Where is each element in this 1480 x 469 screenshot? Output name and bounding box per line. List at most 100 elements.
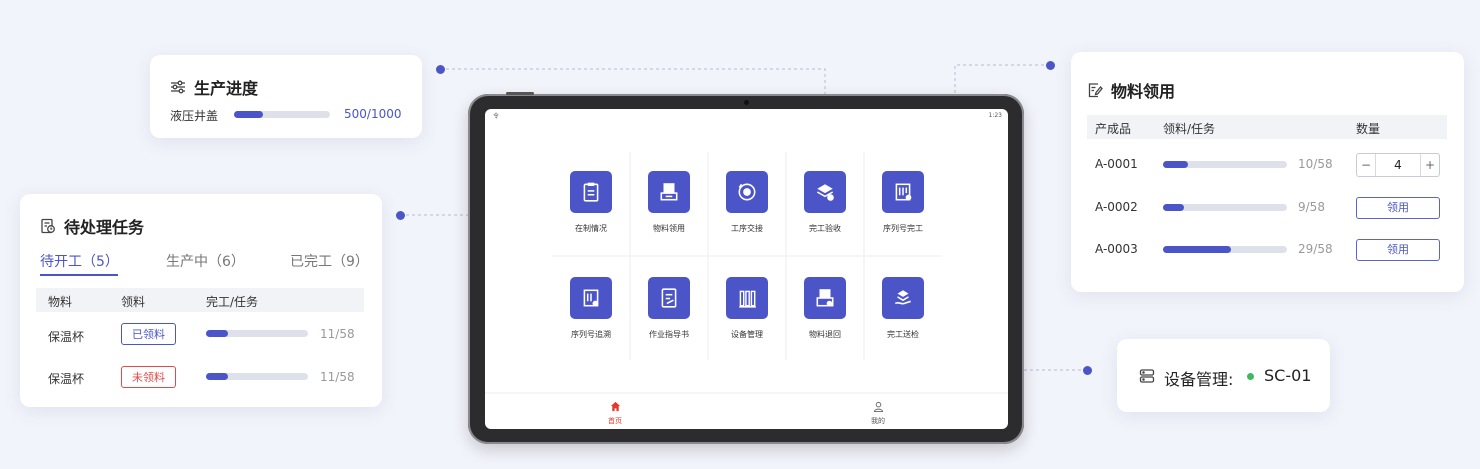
tablet-screen: 令 1:23 在制情况 物料领用 工序交接 完工验收 序列号完工 序列号追溯 作业指导书 设备… — [485, 109, 1008, 429]
material-return-icon — [804, 277, 846, 319]
app-tile-7[interactable]: 作业指导书 — [630, 277, 708, 381]
device-management-card: 设备管理: SC-01 — [1117, 339, 1330, 412]
production-title: 生产进度 — [194, 79, 259, 98]
status-badge: 已领料 — [121, 323, 176, 345]
col-done-task: 完工/任务 — [206, 295, 259, 309]
task-count: 11/58 — [320, 370, 355, 384]
col-quantity: 数量 — [1356, 122, 1381, 136]
requisition-button[interactable]: 领用 — [1356, 197, 1440, 219]
tasks-table-header — [36, 288, 364, 312]
status-badge: 未领料 — [121, 366, 176, 388]
sliders-icon — [170, 79, 186, 95]
task-progress-fill — [206, 373, 229, 380]
device-status-dot — [1247, 373, 1254, 380]
production-progress-text: 500/1000 — [344, 107, 402, 121]
picking-count: 10/58 — [1298, 157, 1333, 171]
production-progress-fill — [234, 111, 263, 118]
app-tile-5[interactable]: 序列号完工 — [864, 171, 942, 275]
barcode-trace-icon — [570, 277, 612, 319]
app-label: 工序交接 — [731, 224, 763, 233]
nav-mine-label: 我的 — [871, 417, 885, 425]
app-tile-4[interactable]: 完工验收 — [786, 171, 864, 275]
app-tile-3[interactable]: 工序交接 — [708, 171, 786, 275]
picking-progress-bar — [1163, 161, 1287, 168]
picking-progress-bar — [1163, 204, 1287, 211]
instruction-book-icon — [648, 277, 690, 319]
tab-in-production[interactable]: 生产中（6） — [166, 251, 245, 271]
inspection-hand-icon — [882, 277, 924, 319]
user-icon — [873, 397, 884, 416]
quantity-value[interactable]: 4 — [1376, 154, 1420, 176]
row-product: A-0003 — [1095, 242, 1138, 256]
device-label: 设备管理: — [1164, 370, 1234, 389]
nav-mine[interactable]: 我的 — [860, 397, 896, 426]
equipment-icon — [726, 277, 768, 319]
material-requisition-card: 物料领用 产成品 领料/任务 数量 A-0001 10/58 − 4 + A-0… — [1071, 52, 1464, 292]
app-label: 序列号追溯 — [571, 330, 611, 339]
nav-home[interactable]: 首页 — [597, 397, 633, 426]
picking-progress-bar — [1163, 246, 1287, 253]
app-tile-10[interactable]: 完工送检 — [864, 277, 942, 381]
connector-dot — [396, 211, 405, 220]
row-material: 保温杯 — [48, 330, 85, 344]
production-progress-bar — [234, 111, 330, 118]
col-picking: 领料 — [121, 295, 146, 309]
layers-check-icon — [804, 171, 846, 213]
nav-home-label: 首页 — [608, 417, 622, 425]
app-label: 物料退回 — [809, 330, 841, 339]
app-tile-2[interactable]: 物料领用 — [630, 171, 708, 275]
app-label: 完工送检 — [887, 330, 919, 339]
decrement-button[interactable]: − — [1357, 154, 1376, 176]
app-tile-8[interactable]: 设备管理 — [708, 277, 786, 381]
tablet-button — [506, 92, 534, 95]
app-tile-9[interactable]: 物料退回 — [786, 277, 864, 381]
task-progress-bar — [206, 330, 308, 337]
task-progress-bar — [206, 373, 308, 380]
picking-progress-fill — [1163, 246, 1232, 253]
front-camera — [744, 100, 749, 105]
row-product: A-0002 — [1095, 200, 1138, 214]
materials-table-header — [1087, 115, 1447, 139]
app-tile-6[interactable]: 序列号追溯 — [552, 277, 630, 381]
active-tab-underline — [40, 274, 118, 276]
picking-progress-fill — [1163, 204, 1185, 211]
app-label: 物料领用 — [653, 224, 685, 233]
app-tile-1[interactable]: 在制情况 — [552, 171, 630, 275]
server-icon — [1139, 368, 1155, 388]
production-progress-card: 生产进度 液压井盖 500/1000 — [150, 55, 422, 138]
col-picking-task: 领料/任务 — [1163, 122, 1216, 136]
production-product: 液压井盖 — [170, 109, 219, 123]
picking-progress-fill — [1163, 161, 1188, 168]
clipboard-icon — [570, 171, 612, 213]
app-label: 序列号完工 — [883, 224, 923, 233]
col-product: 产成品 — [1095, 122, 1132, 136]
quantity-stepper[interactable]: − 4 + — [1356, 153, 1440, 177]
task-clock-icon — [40, 218, 56, 234]
increment-button[interactable]: + — [1420, 154, 1439, 176]
materials-title: 物料领用 — [1111, 82, 1176, 101]
home-icon — [610, 397, 621, 416]
app-label: 作业指导书 — [649, 330, 689, 339]
app-label: 设备管理 — [731, 330, 763, 339]
row-material: 保温杯 — [48, 372, 85, 386]
connector-dot — [1046, 61, 1055, 70]
task-progress-fill — [206, 330, 229, 337]
row-product: A-0001 — [1095, 157, 1138, 171]
app-label: 完工验收 — [809, 224, 841, 233]
edit-document-icon — [1087, 82, 1103, 98]
pending-tasks-card: 待处理任务 待开工（5） 生产中（6） 已完工（9） 物料 领料 完工/任务 保… — [20, 194, 382, 407]
requisition-button[interactable]: 领用 — [1356, 239, 1440, 261]
picking-count: 29/58 — [1298, 242, 1333, 256]
document-tray-icon — [648, 171, 690, 213]
task-count: 11/58 — [320, 327, 355, 341]
handover-cycle-icon — [726, 171, 768, 213]
tab-pending-start[interactable]: 待开工（5） — [40, 251, 119, 271]
barcode-check-icon — [882, 171, 924, 213]
connector-dot — [1083, 366, 1092, 375]
picking-count: 9/58 — [1298, 200, 1325, 214]
tab-completed[interactable]: 已完工（9） — [290, 251, 369, 271]
col-material: 物料 — [48, 295, 73, 309]
tasks-title: 待处理任务 — [64, 218, 145, 237]
app-label: 在制情况 — [575, 224, 607, 233]
device-code: SC-01 — [1264, 366, 1312, 385]
